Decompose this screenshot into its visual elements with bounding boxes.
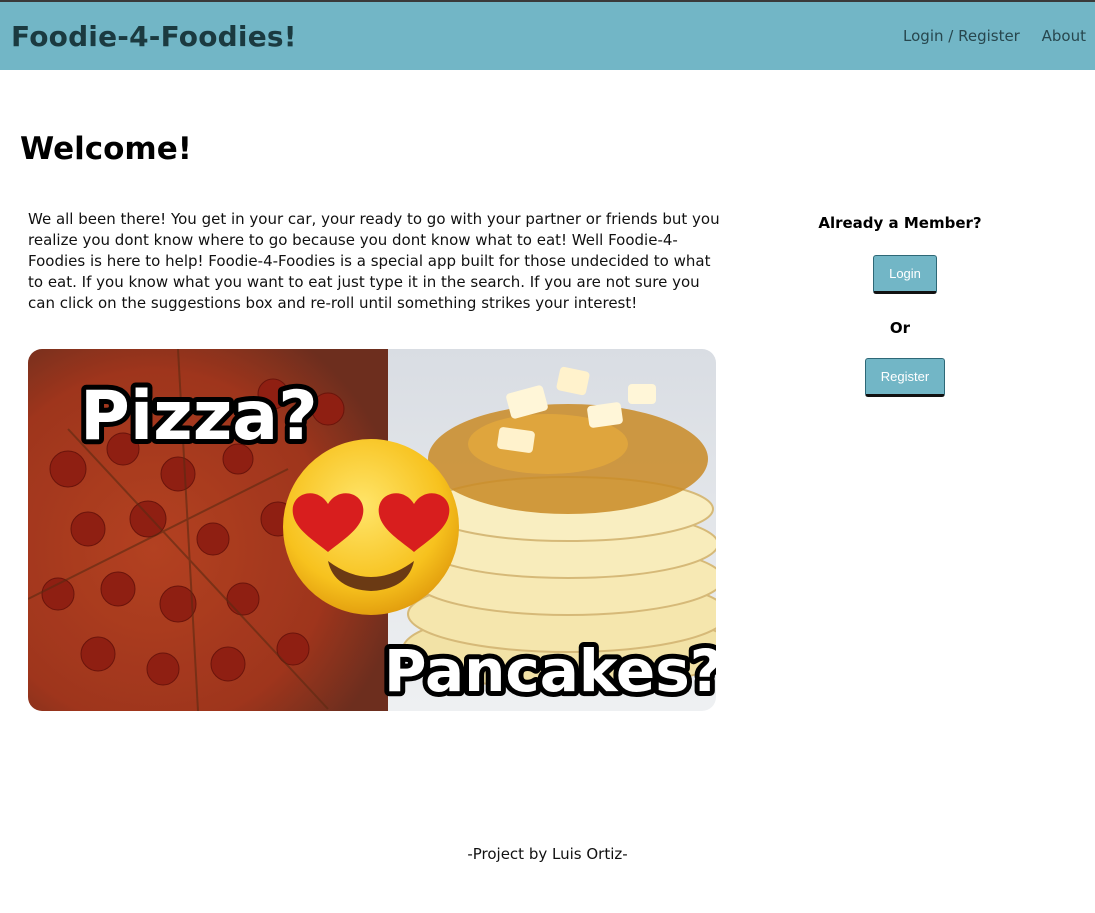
hero-caption-pizza: Pizza? Pizza? bbox=[75, 372, 323, 461]
nav-links: Login / Register About bbox=[886, 27, 1086, 45]
register-button[interactable]: Register bbox=[865, 358, 945, 397]
svg-text:Pancakes?: Pancakes? bbox=[384, 637, 716, 705]
heart-eyes-emoji-icon bbox=[283, 439, 459, 615]
footer-credit: -Project by Luis Ortiz- bbox=[467, 845, 628, 863]
member-heading: Already a Member? bbox=[818, 214, 982, 232]
hero-image-pizza-pancakes: Pizza? Pizza? Pancakes? Pancakes? bbox=[28, 349, 716, 711]
svg-text:Pizza?: Pizza? bbox=[80, 377, 318, 456]
hero-caption-pancakes: Pancakes? Pancakes? bbox=[379, 632, 716, 710]
nav-about-link[interactable]: About bbox=[1042, 27, 1086, 45]
or-separator: Or bbox=[889, 319, 911, 337]
login-button[interactable]: Login bbox=[873, 255, 937, 294]
intro-paragraph: We all been there! You get in your car, … bbox=[28, 210, 720, 312]
nav-login-register-link[interactable]: Login / Register bbox=[903, 27, 1020, 45]
navbar: Foodie-4-Foodies! Login / Register About bbox=[0, 2, 1095, 70]
brand-logo-text[interactable]: Foodie-4-Foodies! bbox=[11, 20, 297, 53]
page-title: Welcome! bbox=[20, 131, 192, 167]
